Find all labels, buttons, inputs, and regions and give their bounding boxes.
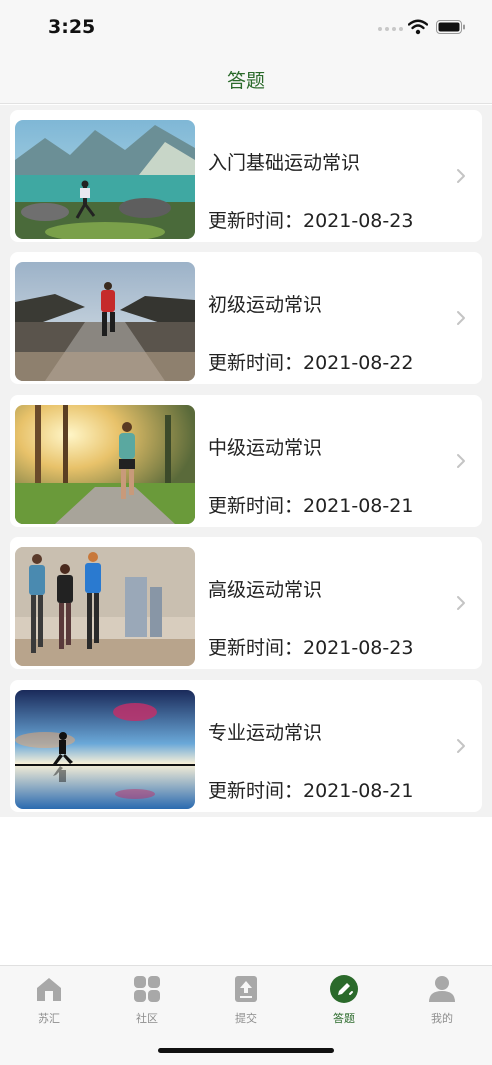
item-update-date: 更新时间：2021-08-23 xyxy=(208,637,414,659)
chevron-right-icon xyxy=(457,454,465,468)
cellular-signal-icon xyxy=(378,27,403,31)
item-update-date: 更新时间：2021-08-23 xyxy=(208,210,414,232)
pencil-badge-icon xyxy=(330,975,358,1003)
list-item-category-3[interactable]: 中级运动常识 更新时间：2021-08-21 xyxy=(10,395,482,527)
item-title: 高级运动常识 xyxy=(208,579,323,601)
item-update-date: 更新时间：2021-08-22 xyxy=(208,352,414,374)
chevron-right-icon xyxy=(457,596,465,610)
tab-label: 答题 xyxy=(333,1012,355,1025)
tab-label: 提交 xyxy=(235,1012,257,1025)
item-title: 入门基础运动常识 xyxy=(208,152,361,174)
list-item-category-2[interactable]: 初级运动常识 更新时间：2021-08-22 xyxy=(10,252,482,384)
status-bar: 3:25 xyxy=(0,0,492,58)
tab-label: 我的 xyxy=(431,1012,453,1025)
screen: 3:25 答题 入门基础运动常识 更新时间：2021-08-23 初级运动常识 … xyxy=(0,0,492,1065)
item-title: 中级运动常识 xyxy=(208,437,323,459)
status-time: 3:25 xyxy=(48,16,96,38)
wifi-icon xyxy=(408,19,428,35)
item-update-date: 更新时间：2021-08-21 xyxy=(208,780,414,802)
home-indicator[interactable] xyxy=(158,1048,334,1053)
tab-label: 苏汇 xyxy=(38,1012,60,1025)
tab-quiz[interactable]: 答题 xyxy=(304,974,384,1026)
runner-park-sunlight-image xyxy=(15,405,195,524)
home-icon xyxy=(37,978,61,1001)
quiz-category-list[interactable]: 入门基础运动常识 更新时间：2021-08-23 初级运动常识 更新时间：202… xyxy=(0,105,492,817)
upload-icon xyxy=(235,976,257,1002)
item-update-date: 更新时间：2021-08-21 xyxy=(208,495,414,517)
page-title: 答题 xyxy=(226,70,265,92)
tab-mine[interactable]: 我的 xyxy=(402,974,482,1026)
runner-silhouette-sunset-image xyxy=(15,690,195,809)
runner-lakeside-mountains-image xyxy=(15,120,195,239)
tab-submit[interactable]: 提交 xyxy=(206,974,286,1026)
tab-label: 社区 xyxy=(136,1012,158,1025)
item-title: 初级运动常识 xyxy=(208,294,323,316)
tab-community[interactable]: 社区 xyxy=(107,974,187,1026)
chevron-right-icon xyxy=(457,739,465,753)
tab-suhui[interactable]: 苏汇 xyxy=(9,974,89,1026)
runner-road-back-view-image xyxy=(15,262,195,381)
list-item-category-1[interactable]: 入门基础运动常识 更新时间：2021-08-23 xyxy=(10,110,482,242)
chevron-right-icon xyxy=(457,311,465,325)
group-jogging-winter-image xyxy=(15,547,195,666)
nav-bar: 答题 xyxy=(0,58,492,104)
list-item-category-4[interactable]: 高级运动常识 更新时间：2021-08-23 xyxy=(10,537,482,669)
grid-icon xyxy=(134,976,160,1002)
person-icon xyxy=(429,976,455,1002)
item-title: 专业运动常识 xyxy=(208,722,323,744)
chevron-right-icon xyxy=(457,169,465,183)
list-item-category-5[interactable]: 专业运动常识 更新时间：2021-08-21 xyxy=(10,680,482,812)
battery-icon xyxy=(436,20,465,34)
